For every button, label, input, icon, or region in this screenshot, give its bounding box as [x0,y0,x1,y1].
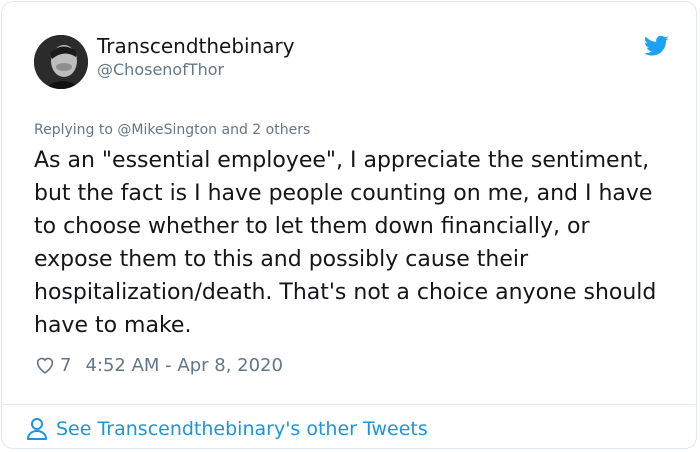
avatar[interactable] [34,35,88,89]
see-other-tweets-label[interactable]: See Transcendthebinary's other Tweets [56,418,428,440]
replying-prefix: Replying to [34,122,113,138]
timestamp[interactable]: 4:52 AM - Apr 8, 2020 [85,355,283,376]
user-handle[interactable]: @ChosenofThor [97,60,224,79]
see-other-tweets-link[interactable]: See Transcendthebinary's other Tweets [26,414,428,444]
divider [2,404,696,405]
heart-icon[interactable] [34,354,56,376]
display-name[interactable]: Transcendthebinary [97,34,295,58]
replying-to: Replying to @MikeSington and 2 others [34,122,310,138]
tweet-text: As an "essential employee", I appreciate… [34,148,657,338]
twitter-bird-icon[interactable] [644,35,669,57]
replying-user-link[interactable]: @MikeSington [117,122,217,138]
replying-and: and [221,122,248,138]
replying-others-link[interactable]: 2 others [252,122,310,138]
like-count[interactable]: 7 [60,355,71,376]
tweet-meta: 7 4:52 AM - Apr 8, 2020 [34,353,283,377]
tweet-card: Transcendthebinary @ChosenofThor Replyin… [1,1,697,449]
person-icon [27,418,47,440]
avatar-photo [34,35,88,89]
